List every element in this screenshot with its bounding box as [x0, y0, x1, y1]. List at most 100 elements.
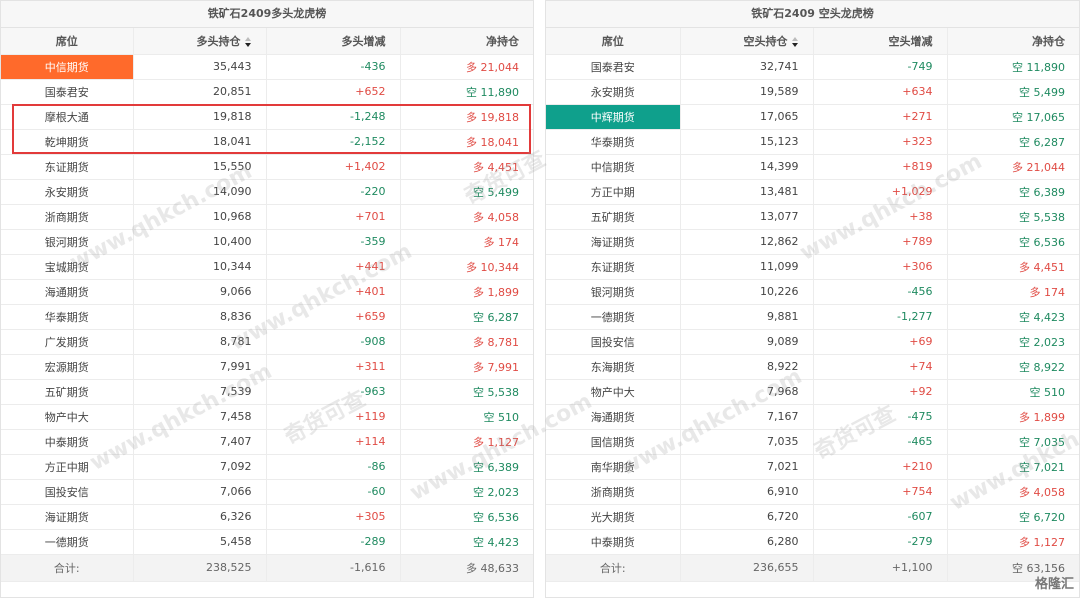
- short-ranking-table: 席位 空头持仓 空头增减 净持仓 国泰君安 32,741 -749 空 11,890 永…: [546, 28, 1079, 582]
- table-row[interactable]: 东证期货 11,099 +306 多 4,451: [546, 254, 1079, 280]
- table-row[interactable]: 南华期货 7,021 +210 空 7,021: [546, 454, 1079, 480]
- change-cell: -60: [266, 479, 401, 505]
- sort-icon[interactable]: [244, 36, 252, 47]
- table-row[interactable]: 中信期货 35,443 -436 多 21,044: [1, 54, 533, 80]
- change-cell: +306: [813, 254, 948, 280]
- position-cell: 7,092: [133, 454, 267, 480]
- table-row[interactable]: 银河期货 10,400 -359 多 174: [1, 229, 533, 255]
- table-row[interactable]: 华泰期货 8,836 +659 空 6,287: [1, 304, 533, 330]
- table-row[interactable]: 物产中大 7,458 +119 空 510: [1, 404, 533, 430]
- table-row[interactable]: 永安期货 14,090 -220 空 5,499: [1, 179, 533, 205]
- position-cell: 6,326: [133, 504, 267, 530]
- net-position-cell: 多 4,451: [400, 154, 533, 180]
- change-cell: +271: [813, 104, 948, 130]
- total-net-position: 多 48,633: [400, 554, 533, 582]
- change-cell: -908: [266, 329, 401, 355]
- change-cell: +305: [266, 504, 401, 530]
- position-cell: 19,818: [133, 104, 267, 130]
- change-cell: -475: [813, 404, 948, 430]
- column-header-short-position[interactable]: 空头持仓: [680, 28, 814, 55]
- column-header-long-position[interactable]: 多头持仓: [133, 28, 267, 55]
- change-cell: -86: [266, 454, 401, 480]
- table-row[interactable]: 海证期货 6,326 +305 空 6,536: [1, 504, 533, 530]
- table-row[interactable]: 浙商期货 10,968 +701 多 4,058: [1, 204, 533, 230]
- column-header-net-position[interactable]: 净持仓: [947, 28, 1079, 55]
- seat-cell: 广发期货: [1, 329, 134, 355]
- table-header-row: 席位 空头持仓 空头增减 净持仓: [546, 28, 1079, 55]
- table-row[interactable]: 中泰期货 7,407 +114 多 1,127: [1, 429, 533, 455]
- position-cell: 7,539: [133, 379, 267, 405]
- table-row[interactable]: 五矿期货 7,539 -963 空 5,538: [1, 379, 533, 405]
- table-row[interactable]: 东海期货 8,922 +74 空 8,922: [546, 354, 1079, 380]
- change-cell: +441: [266, 254, 401, 280]
- change-cell: +1,402: [266, 154, 401, 180]
- table-row[interactable]: 中辉期货 17,065 +271 空 17,065: [546, 104, 1079, 130]
- position-cell: 11,099: [680, 254, 814, 280]
- column-header-seat[interactable]: 席位: [1, 28, 134, 55]
- column-header-long-change[interactable]: 多头增减: [266, 28, 401, 55]
- net-position-cell: 空 5,538: [400, 379, 533, 405]
- net-position-cell: 多 4,058: [400, 204, 533, 230]
- table-row[interactable]: 中泰期货 6,280 -279 多 1,127: [546, 529, 1079, 555]
- column-header-net-position[interactable]: 净持仓: [400, 28, 533, 55]
- sort-icon[interactable]: [791, 36, 799, 47]
- change-cell: +789: [813, 229, 948, 255]
- table-row[interactable]: 海证期货 12,862 +789 空 6,536: [546, 229, 1079, 255]
- position-cell: 6,280: [680, 529, 814, 555]
- change-cell: +74: [813, 354, 948, 380]
- table-row[interactable]: 光大期货 6,720 -607 空 6,720: [546, 504, 1079, 530]
- seat-cell: 东证期货: [1, 154, 134, 180]
- table-row[interactable]: 国投安信 9,089 +69 空 2,023: [546, 329, 1079, 355]
- short-ranking-panel: 铁矿石2409 空头龙虎榜 席位 空头持仓 空头增减 净持仓 国泰君安 32,74…: [545, 0, 1080, 598]
- total-row: 合计: 238,525 -1,616 多 48,633: [1, 554, 533, 582]
- net-position-cell: 空 11,890: [947, 54, 1079, 80]
- position-cell: 14,399: [680, 154, 814, 180]
- table-row[interactable]: 宏源期货 7,991 +311 多 7,991: [1, 354, 533, 380]
- change-cell: -607: [813, 504, 948, 530]
- table-row[interactable]: 国泰君安 20,851 +652 空 11,890: [1, 79, 533, 105]
- table-row[interactable]: 浙商期货 6,910 +754 多 4,058: [546, 479, 1079, 505]
- table-row[interactable]: 永安期货 19,589 +634 空 5,499: [546, 79, 1079, 105]
- change-cell: +652: [266, 79, 401, 105]
- long-ranking-panel: 铁矿石2409多头龙虎榜 席位 多头持仓 多头增减 净持仓 中信期货 35,443…: [0, 0, 534, 598]
- table-row[interactable]: 方正中期 7,092 -86 空 6,389: [1, 454, 533, 480]
- table-row[interactable]: 广发期货 8,781 -908 多 8,781: [1, 329, 533, 355]
- position-cell: 7,035: [680, 429, 814, 455]
- net-position-cell: 空 11,890: [400, 79, 533, 105]
- table-row[interactable]: 东证期货 15,550 +1,402 多 4,451: [1, 154, 533, 180]
- net-position-cell: 空 17,065: [947, 104, 1079, 130]
- seat-cell: 海证期货: [546, 229, 681, 255]
- table-row[interactable]: 海通期货 9,066 +401 多 1,899: [1, 279, 533, 305]
- net-position-cell: 多 7,991: [400, 354, 533, 380]
- table-row[interactable]: 中信期货 14,399 +819 多 21,044: [546, 154, 1079, 180]
- table-row[interactable]: 国投安信 7,066 -60 空 2,023: [1, 479, 533, 505]
- table-row[interactable]: 华泰期货 15,123 +323 空 6,287: [546, 129, 1079, 155]
- table-row[interactable]: 物产中大 7,968 +92 空 510: [546, 379, 1079, 405]
- panel-title: 铁矿石2409 空头龙虎榜: [546, 1, 1079, 28]
- position-cell: 15,123: [680, 129, 814, 155]
- change-cell: +114: [266, 429, 401, 455]
- table-row[interactable]: 五矿期货 13,077 +38 空 5,538: [546, 204, 1079, 230]
- table-row[interactable]: 海通期货 7,167 -475 多 1,899: [546, 404, 1079, 430]
- net-position-cell: 空 510: [947, 379, 1079, 405]
- position-cell: 7,167: [680, 404, 814, 430]
- table-row[interactable]: 国泰君安 32,741 -749 空 11,890: [546, 54, 1079, 80]
- table-row[interactable]: 乾坤期货 18,041 -2,152 多 18,041: [1, 129, 533, 155]
- table-row[interactable]: 国信期货 7,035 -465 空 7,035: [546, 429, 1079, 455]
- table-row[interactable]: 一德期货 9,881 -1,277 空 4,423: [546, 304, 1079, 330]
- position-cell: 9,066: [133, 279, 267, 305]
- table-row[interactable]: 一德期货 5,458 -289 空 4,423: [1, 529, 533, 555]
- table-row[interactable]: 银河期货 10,226 -456 多 174: [546, 279, 1079, 305]
- total-position: 236,655: [680, 554, 814, 582]
- table-row[interactable]: 宝城期货 10,344 +441 多 10,344: [1, 254, 533, 280]
- position-cell: 8,922: [680, 354, 814, 380]
- column-header-short-change[interactable]: 空头增减: [813, 28, 948, 55]
- table-row[interactable]: 摩根大通 19,818 -1,248 多 19,818: [1, 104, 533, 130]
- column-header-seat[interactable]: 席位: [546, 28, 681, 55]
- position-cell: 20,851: [133, 79, 267, 105]
- position-cell: 32,741: [680, 54, 814, 80]
- seat-cell: 光大期货: [546, 504, 681, 530]
- table-row[interactable]: 方正中期 13,481 +1,029 空 6,389: [546, 179, 1079, 205]
- change-cell: -456: [813, 279, 948, 305]
- change-cell: -749: [813, 54, 948, 80]
